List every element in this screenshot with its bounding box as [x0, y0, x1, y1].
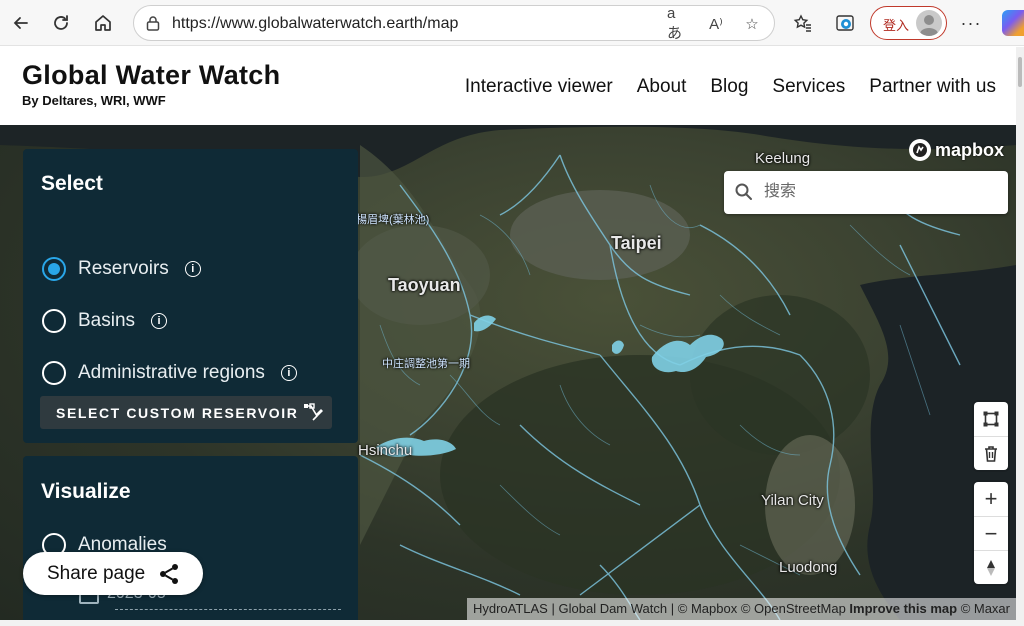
- map-attribution: HydroATLAS | Global Dam Watch | © Mapbox…: [466, 598, 1016, 620]
- copilot-icon[interactable]: [1002, 10, 1024, 36]
- attrib-improve-map[interactable]: Improve this map: [849, 601, 957, 616]
- draw-controls: [974, 402, 1008, 470]
- translate-icon[interactable]: aあ: [667, 5, 689, 42]
- compass-icon: [987, 559, 995, 576]
- compass-button[interactable]: [974, 550, 1008, 584]
- map-canvas[interactable]: Keelung Taipei Taoyuan 楊眉埤(葉林池) 中庄調整池第一期…: [0, 125, 1016, 620]
- nav-interactive-viewer[interactable]: Interactive viewer: [465, 76, 613, 98]
- search-icon: [735, 183, 752, 200]
- site-header: Global Water Watch By Deltares, WRI, WWF…: [0, 47, 1024, 125]
- visualize-panel-title: Visualize: [41, 480, 131, 503]
- window-bottom-edge: [0, 620, 1024, 626]
- attrib-osm[interactable]: © OpenStreetMap: [741, 601, 846, 616]
- option-label[interactable]: Basins: [78, 310, 135, 332]
- main-nav: Interactive viewer About Blog Services P…: [465, 76, 996, 98]
- reload-icon[interactable]: [46, 8, 76, 38]
- visualize-panel: Visualize Anomalies 2023-05: [23, 456, 358, 620]
- zoom-in-button[interactable]: +: [974, 482, 1008, 516]
- map-label-taipei: Taipei: [611, 233, 662, 253]
- date-underline: [115, 609, 341, 610]
- option-label[interactable]: Reservoirs: [78, 258, 169, 280]
- signin-label: 登入: [883, 18, 910, 33]
- trash-icon: [985, 445, 997, 462]
- address-bar[interactable]: https://www.globalwaterwatch.earth/map a…: [133, 5, 775, 42]
- back-icon[interactable]: [6, 8, 36, 38]
- option-admin-regions[interactable]: Administrative regions i: [42, 361, 297, 385]
- edge-browser-icon[interactable]: [830, 8, 860, 38]
- option-reservoirs[interactable]: Reservoirs i: [42, 257, 201, 281]
- map-label-hsinchu: Hsinchu: [358, 442, 413, 459]
- mapbox-logo-icon: [908, 139, 931, 161]
- select-panel: Select Reservoirs i Basins i Administrat…: [23, 149, 358, 443]
- url-text[interactable]: https://www.globalwaterwatch.earth/map: [172, 15, 458, 33]
- info-icon[interactable]: i: [151, 313, 168, 329]
- attrib-mapbox[interactable]: © Mapbox: [678, 601, 737, 616]
- radio-reservoirs[interactable]: [42, 257, 66, 281]
- share-page-button[interactable]: Share page: [23, 552, 203, 595]
- radio-basins[interactable]: [42, 309, 66, 333]
- attrib-separator: |: [670, 601, 675, 616]
- map-label-yilan: Yilan City: [761, 492, 824, 509]
- zoom-out-button[interactable]: −: [974, 516, 1008, 550]
- attrib-dam-watch[interactable]: Global Dam Watch: [559, 601, 668, 616]
- nav-services[interactable]: Services: [772, 76, 845, 98]
- share-icon: [160, 564, 178, 584]
- draw-shape-icon: [304, 403, 323, 421]
- attrib-separator: |: [551, 601, 555, 616]
- map-label-luodong: Luodong: [779, 559, 838, 576]
- select-panel-title: Select: [41, 172, 103, 195]
- info-icon[interactable]: i: [184, 261, 201, 277]
- attrib-maxar[interactable]: © Maxar: [961, 601, 1010, 616]
- read-aloud-icon[interactable]: A⁾: [705, 13, 727, 35]
- share-label: Share page: [47, 563, 146, 584]
- favorite-icon[interactable]: ☆: [741, 13, 763, 35]
- custom-button-label: SELECT CUSTOM RESERVOIR: [56, 405, 299, 421]
- site-title[interactable]: Global Water Watch: [22, 60, 280, 91]
- mapbox-logo-text: mapbox: [934, 139, 1004, 160]
- radio-admin-regions[interactable]: [42, 361, 66, 385]
- map-label-reservoir: 中庄調整池第一期: [382, 358, 470, 370]
- zoom-controls: + −: [974, 482, 1008, 584]
- favorites-list-icon[interactable]: [788, 8, 818, 38]
- nav-about[interactable]: About: [637, 76, 687, 98]
- site-subtitle: By Deltares, WRI, WWF: [22, 93, 166, 108]
- draw-polygon-icon: [983, 411, 999, 427]
- signin-button[interactable]: 登入: [870, 6, 947, 40]
- draw-polygon-button[interactable]: [974, 402, 1008, 436]
- more-icon[interactable]: ···: [956, 8, 986, 38]
- map-label-keelung: Keelung: [755, 150, 811, 167]
- attrib-hydroatlas[interactable]: HydroATLAS: [473, 601, 548, 616]
- browser-toolbar: https://www.globalwaterwatch.earth/map a…: [0, 0, 1024, 46]
- mapbox-logo[interactable]: mapbox: [908, 139, 1004, 161]
- select-custom-reservoir-button[interactable]: SELECT CUSTOM RESERVOIR: [40, 396, 332, 429]
- trash-button[interactable]: [974, 436, 1008, 470]
- avatar: [916, 10, 942, 36]
- map-label-taoyuan: Taoyuan: [388, 275, 461, 295]
- option-basins[interactable]: Basins i: [42, 309, 168, 333]
- nav-partner[interactable]: Partner with us: [869, 76, 996, 98]
- page-scrollbar[interactable]: [1016, 47, 1024, 625]
- search-input[interactable]: [764, 179, 994, 205]
- info-icon[interactable]: i: [280, 365, 297, 381]
- option-label[interactable]: Administrative regions: [78, 362, 265, 384]
- lock-icon[interactable]: [144, 14, 162, 32]
- home-icon[interactable]: [88, 8, 118, 38]
- nav-blog[interactable]: Blog: [710, 76, 748, 98]
- map-label-reservoir: 楊眉埤(葉林池): [356, 214, 430, 226]
- map-search[interactable]: [724, 171, 1008, 214]
